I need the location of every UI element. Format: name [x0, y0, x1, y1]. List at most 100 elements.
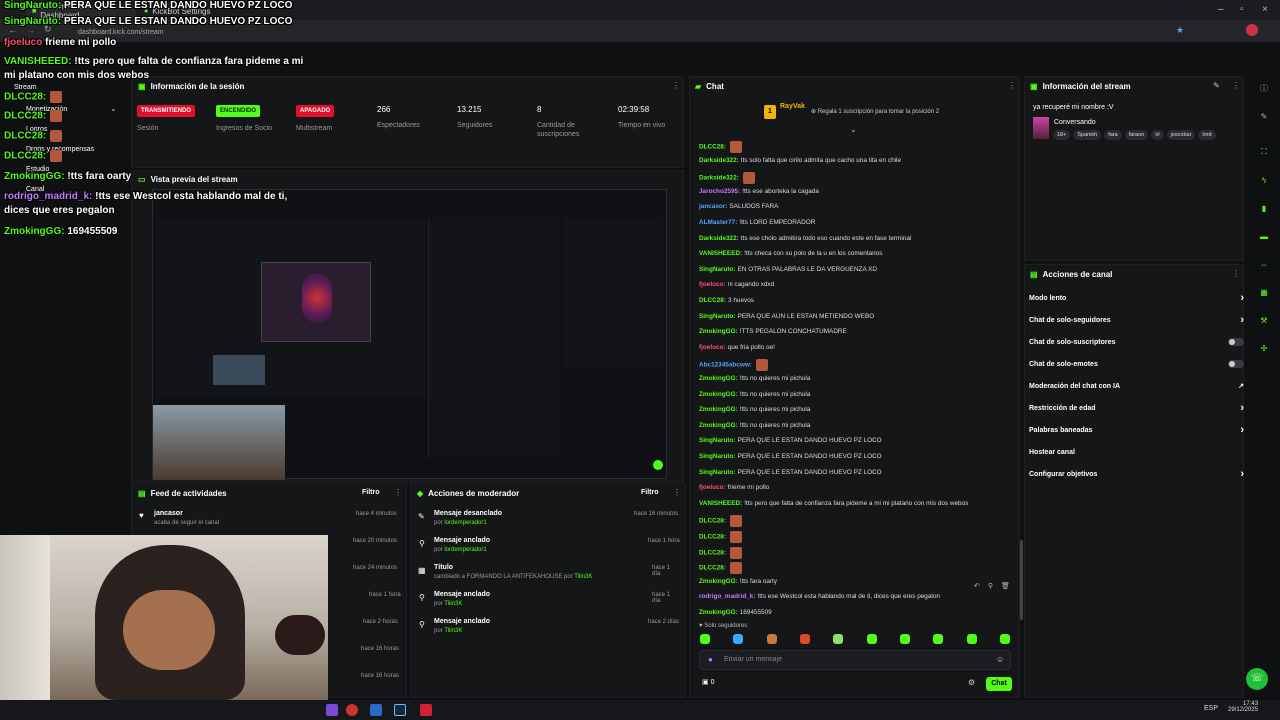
bookmark-star-icon[interactable]: ★	[1176, 25, 1184, 36]
emoji-icon[interactable]: ☺	[996, 655, 1004, 664]
pin-icon[interactable]: ⚲	[988, 582, 993, 594]
chat-message[interactable]: Darkside322: tts solo falta que cirilo ad…	[699, 157, 901, 164]
chat-username[interactable]: fjoeluco:	[699, 344, 726, 351]
chat-message[interactable]: VANISHEEED: !tts pero que falta de confia…	[699, 500, 968, 507]
chat-message[interactable]: DLCC28: 3 huevos	[699, 297, 754, 304]
feed-user[interactable]: jancasor	[154, 510, 183, 517]
chat-message[interactable]: SingNaruto: PERA QUE LE ESTAN DANDO HUEVO…	[699, 453, 882, 460]
chat-username[interactable]: ZmokingGG:	[699, 422, 738, 429]
chat-username[interactable]: jancasor:	[699, 203, 727, 210]
emote-icon[interactable]	[833, 634, 844, 644]
chat-message[interactable]: Abc12345abcww:	[699, 359, 768, 372]
chat-username[interactable]: DLCC28:	[699, 297, 726, 304]
chat-username[interactable]: DLCC28:	[699, 549, 726, 556]
sidebar-item-stream[interactable]: Stream	[14, 84, 37, 91]
gift-sub-prompt[interactable]: ⊕ Regala 1 suscripción para tomar la pos…	[811, 108, 939, 115]
chat-username[interactable]: ZmokingGG:	[699, 391, 738, 398]
chat-username[interactable]: DLCC28:	[699, 144, 726, 151]
mod-row-user[interactable]: Tilin3K	[574, 574, 592, 580]
channel-action-row[interactable]: Moderación del chat con IA ↗	[1029, 379, 1244, 393]
link-icon[interactable]: ⇔	[1258, 258, 1270, 270]
collapse-chevron-icon[interactable]: ⌄	[850, 125, 857, 134]
chat-username[interactable]: DLCC28:	[699, 518, 726, 525]
chat-message[interactable]: Darkside322:	[699, 172, 755, 185]
chat-message[interactable]: DLCC28:	[699, 531, 742, 543]
edit-icon[interactable]: ✎	[1258, 110, 1270, 122]
document-icon[interactable]: ▮	[1258, 202, 1270, 214]
chat-message[interactable]: ZmokingGG: 169455509	[699, 609, 772, 616]
lightning-icon[interactable]: ϟ	[1258, 174, 1270, 186]
more-options-icon[interactable]: ⋮	[1008, 81, 1016, 90]
chat-username[interactable]: ZmokingGG:	[699, 578, 738, 585]
feed-filter-button[interactable]: Filtro	[362, 489, 380, 496]
emote-icon[interactable]	[966, 634, 977, 644]
emote-icon[interactable]	[999, 634, 1010, 644]
chat-message[interactable]: fjoeluco: que fria pollo oe!	[699, 344, 775, 351]
info-icon[interactable]: ⓘ	[1258, 82, 1270, 94]
chat-message[interactable]: ZmokingGG: !tts fara oarty	[699, 578, 777, 585]
emote-icon[interactable]	[866, 634, 877, 644]
chat-username[interactable]: Jarocho2595:	[699, 188, 740, 195]
channel-action-row[interactable]: Chat de solo-emotes	[1029, 357, 1244, 371]
chat-message[interactable]: ZmokingGG: !tts no quieres mi pichula	[699, 375, 810, 382]
chat-username[interactable]: SingNaruto:	[699, 313, 736, 320]
chat-message[interactable]: ZmokingGG: !tts no quieres mi pichula	[699, 391, 810, 398]
chat-settings-icon[interactable]: ⚙	[968, 678, 975, 687]
chat-message[interactable]: fjoeluco: ni cagando xdxd	[699, 281, 774, 288]
emote-icon[interactable]	[733, 634, 744, 644]
more-options-icon[interactable]: ⋮	[1232, 81, 1240, 90]
chat-username[interactable]: fjoeluco:	[699, 281, 726, 288]
channel-action-row[interactable]: Chat de solo-seguidores ›	[1029, 313, 1244, 327]
channel-action-row[interactable]: Restricción de edad ›	[1029, 401, 1244, 415]
chat-message[interactable]: DLCC28:	[699, 562, 742, 575]
chat-username[interactable]: Abc12345abcww:	[699, 362, 752, 369]
clock[interactable]: 17:43 29/12/2025	[1228, 701, 1258, 713]
chat-message[interactable]: SingNaruto: PERA QUE LE ESTAN DANDO HUEVO…	[699, 469, 882, 476]
chat-username[interactable]: fjoeluco:	[699, 484, 726, 491]
app-icon-calculator[interactable]	[370, 704, 382, 716]
chat-message[interactable]: SingNaruto: EN OTRAS PALABRAS LE DA VERGU…	[699, 266, 877, 273]
maximize-icon[interactable]: ▫	[1240, 4, 1244, 15]
send-chat-button[interactable]: Chat	[986, 677, 1012, 691]
chat-username[interactable]: DLCC28:	[699, 565, 726, 572]
chat-message[interactable]: DLCC28:	[699, 141, 742, 153]
close-icon[interactable]: ×	[1262, 4, 1268, 15]
edit-icon[interactable]: ✎	[1213, 81, 1220, 90]
chat-message[interactable]: ZmokingGG: !TTS PEGALON CONCHATUMADRE	[699, 328, 847, 335]
more-options-icon[interactable]: ⋮	[394, 488, 402, 497]
profile-avatar[interactable]	[1246, 24, 1258, 36]
toggle-switch[interactable]	[1228, 338, 1244, 346]
toggle-switch[interactable]	[1228, 360, 1244, 368]
wrench-icon[interactable]: ⚒	[1258, 314, 1270, 326]
delete-icon[interactable]: 🗑	[1001, 582, 1010, 594]
mod-filter-button[interactable]: Filtro	[641, 489, 659, 496]
channel-action-row[interactable]: Chat de solo-suscriptores	[1029, 335, 1244, 349]
input-language[interactable]: ESP	[1204, 705, 1218, 712]
chat-username[interactable]: SingNaruto:	[699, 437, 736, 444]
chat-username[interactable]: ZmokingGG:	[699, 609, 738, 616]
chat-input[interactable]: ● Enviar un mensaje ☺	[699, 650, 1011, 670]
chat-username[interactable]: ZmokingGG:	[699, 375, 738, 382]
emote-icon[interactable]	[899, 634, 910, 644]
chat-username[interactable]: DLCC28:	[699, 534, 726, 541]
emote-icon[interactable]	[766, 634, 777, 644]
mod-row-user[interactable]: lordemperador1	[444, 520, 486, 526]
app-icon-obs[interactable]	[346, 704, 358, 716]
chat-message[interactable]: DLCC28:	[699, 515, 742, 528]
chat-message[interactable]: DLCC28:	[699, 546, 742, 559]
support-chat-button[interactable]: ☏	[1246, 668, 1268, 690]
grid-icon[interactable]: ▦	[1258, 286, 1270, 298]
minimize-icon[interactable]: –	[1218, 4, 1224, 15]
chat-message[interactable]: jancasor: SALUDOS FARA	[699, 203, 778, 210]
chat-message[interactable]: Jarocho2595: !tts ese aborteka la cagada	[699, 188, 819, 195]
stream-video[interactable]	[152, 189, 667, 480]
emote-icon[interactable]	[933, 634, 944, 644]
chat-username[interactable]: SingNaruto:	[699, 453, 736, 460]
chat-message[interactable]: ZmokingGG: !tts no quieres mi pichula	[699, 422, 810, 429]
top-gifter[interactable]: RayVak	[780, 103, 805, 110]
chat-username[interactable]: Darkside322:	[699, 235, 739, 242]
mod-row-user[interactable]: Tilin3K	[444, 601, 462, 607]
emote-icon[interactable]	[700, 634, 710, 644]
channel-action-row[interactable]: Hostear canal	[1029, 445, 1244, 459]
chat-username[interactable]: ZmokingGG:	[699, 406, 738, 413]
